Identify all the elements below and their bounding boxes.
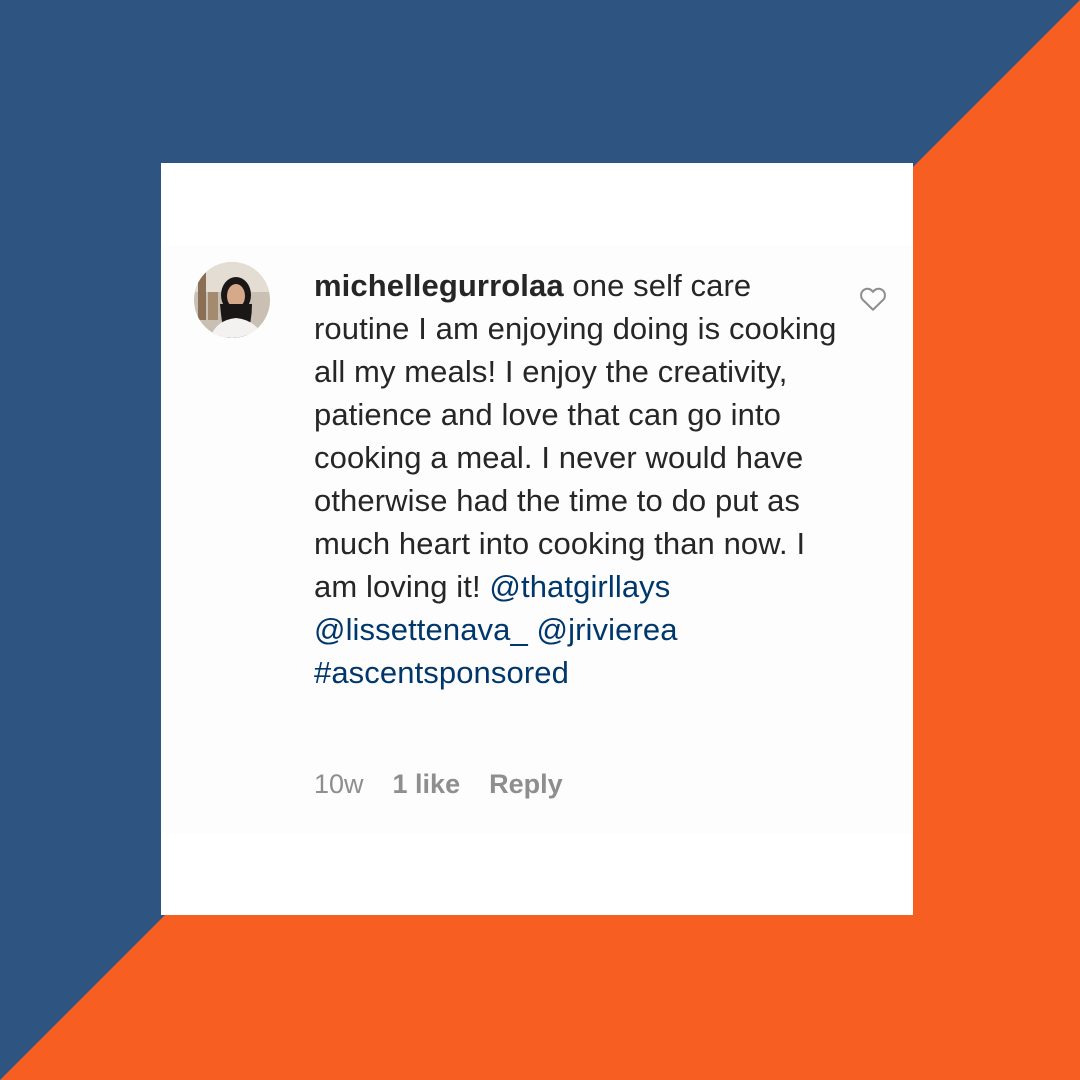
comment-text: one self care routine I am enjoying doin… [314, 268, 837, 604]
reply-button[interactable]: Reply [489, 769, 563, 799]
mention-lissettenava[interactable]: @lissettenava_ [314, 612, 528, 647]
mention-thatgirllays[interactable]: @thatgirllays [489, 569, 670, 604]
mention-jrivierea[interactable]: @jrivierea [537, 612, 678, 647]
card-bottom-strip [161, 833, 913, 915]
likes-count[interactable]: 1 like [393, 769, 461, 799]
comment-card: michellegurrolaa one self care routine I… [161, 163, 913, 915]
comment-timestamp[interactable]: 10w [314, 769, 364, 799]
comment-body: michellegurrolaa one self care routine I… [314, 264, 844, 694]
hashtag-ascentsponsored[interactable]: #ascentsponsored [314, 655, 569, 690]
comment-username[interactable]: michellegurrolaa [314, 268, 564, 303]
comment-meta: 10w 1 like Reply [314, 766, 592, 802]
heart-outline-icon[interactable] [858, 284, 888, 314]
avatar[interactable] [194, 262, 270, 338]
card-top-strip [161, 163, 913, 245]
